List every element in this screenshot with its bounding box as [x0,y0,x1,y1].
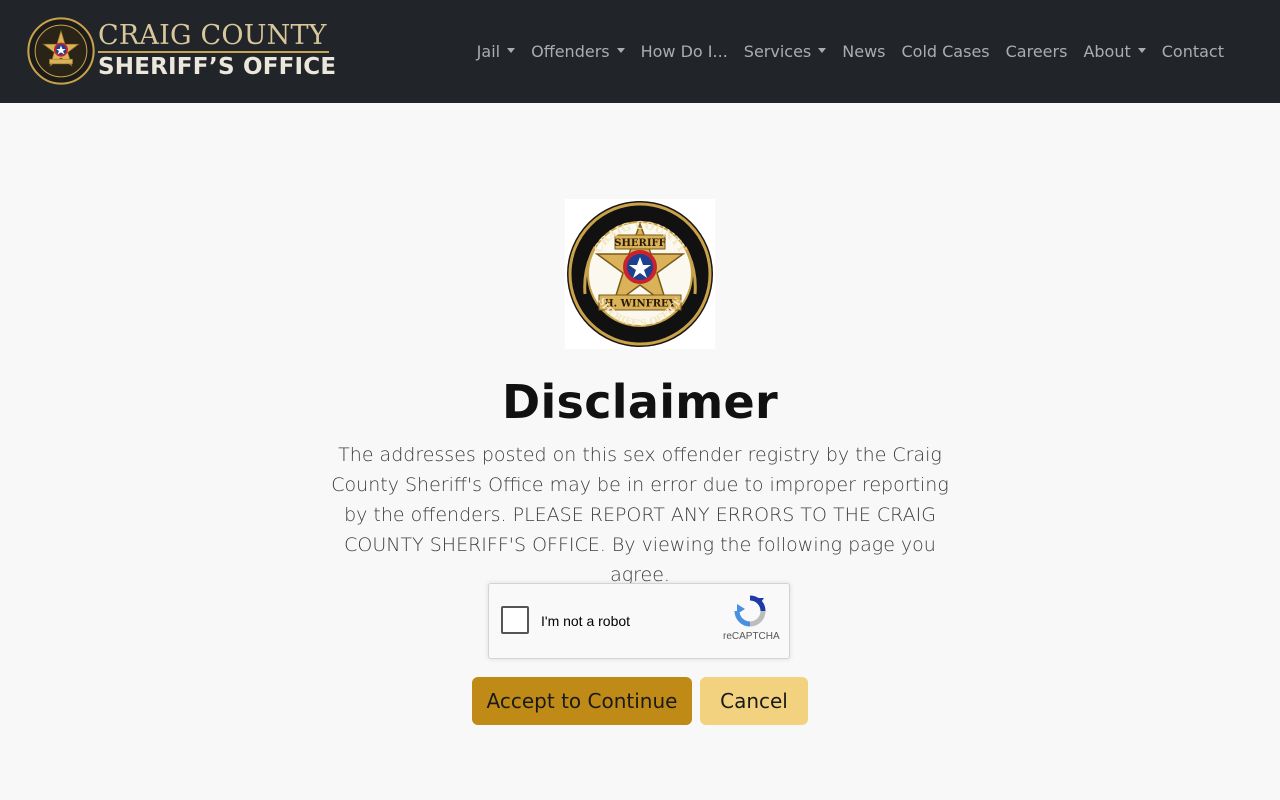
recaptcha-label: I'm not a robot [541,613,631,629]
nav-item-jail[interactable]: Jail [469,42,523,61]
nav-item-news[interactable]: News [834,42,893,61]
brand-logo-link[interactable]: CRAIG COUNTY SHERIFF’S OFFICE [27,17,336,85]
recaptcha-checkbox[interactable] [501,606,529,634]
nav-item-services[interactable]: Services [736,42,834,61]
nav-item-label: Services [743,42,812,61]
sheriff-seal-icon: SHERIFF H. WINFREY CRAIG COUNTY SHERIFF'… [567,201,713,347]
nav-item-offenders[interactable]: Offenders [523,42,633,61]
nav-item-label: How Do I... [640,42,728,61]
recaptcha-widget: I'm not a robot reCAPTCHA [488,583,790,659]
nav-item-label: Careers [1005,42,1068,61]
seal-banner-bottom: H. WINFREY [604,299,676,310]
sheriff-badge-icon [27,17,95,85]
nav-item-cold-cases[interactable]: Cold Cases [893,42,997,61]
brand-divider [98,51,329,53]
accept-button[interactable]: Accept to Continue [472,677,692,725]
nav-item-label: About [1083,42,1131,61]
brand-title: CRAIG COUNTY [98,20,327,51]
cancel-button[interactable]: Cancel [700,677,808,725]
recaptcha-brand: reCAPTCHA [723,631,780,642]
nav-item-careers[interactable]: Careers [998,42,1076,61]
brand-subtitle: SHERIFF’S OFFICE [98,54,337,80]
site-header: CRAIG COUNTY SHERIFF’S OFFICE Jail Offen… [0,0,1280,103]
disclaimer-text: The addresses posted on this sex offende… [331,444,949,586]
nav-item-contact[interactable]: Contact [1154,42,1232,61]
nav-item-about[interactable]: About [1075,42,1153,61]
recaptcha-logo-icon [734,595,766,627]
nav-item-label: Cold Cases [901,42,990,61]
nav-item-label: Jail [476,42,501,61]
nav-item-label: Contact [1161,42,1224,61]
seal-banner-top: SHERIFF [614,238,665,249]
main-nav: Jail Offenders How Do I... Services News… [469,0,1232,103]
nav-item-label: Offenders [531,42,610,61]
nav-item-how-do-i[interactable]: How Do I... [633,42,736,61]
disclaimer-page: SHERIFF H. WINFREY CRAIG COUNTY SHERIFF'… [0,103,1280,800]
chevron-down-icon [507,48,516,53]
chevron-down-icon [1137,48,1146,53]
chevron-down-icon [818,48,827,53]
page-title: Disclaimer [502,375,778,429]
nav-item-label: News [842,42,886,61]
chevron-down-icon [616,48,625,53]
sheriff-seal-image: SHERIFF H. WINFREY CRAIG COUNTY SHERIFF'… [565,199,715,349]
